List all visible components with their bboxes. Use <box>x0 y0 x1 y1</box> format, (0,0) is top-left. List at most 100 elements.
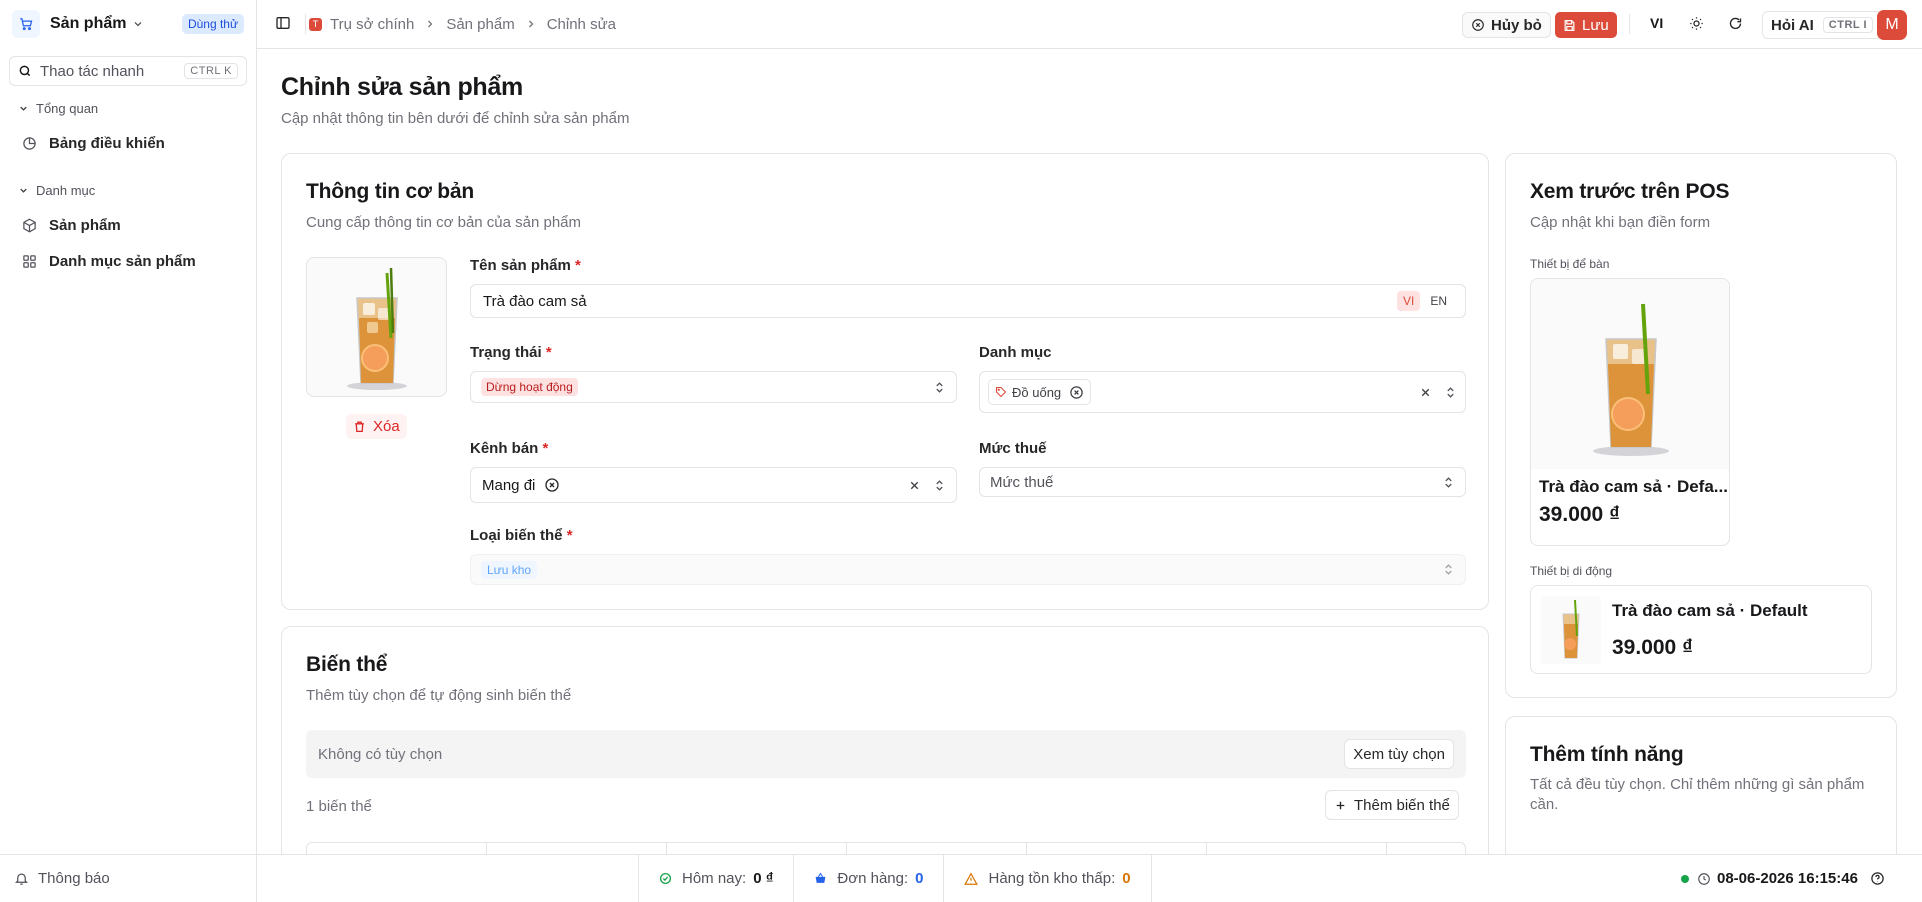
status-label-text: Trạng thái <box>470 344 542 361</box>
sidebar-item-products[interactable]: Sản phẩm <box>0 211 250 239</box>
lang-tab-vi[interactable]: VI <box>1396 291 1421 311</box>
breadcrumb-store[interactable]: Trụ sở chính <box>330 16 414 33</box>
mobile-product-price: 39.000 ₫ <box>1612 636 1693 659</box>
notifications-label: Thông báo <box>38 870 110 887</box>
card-title: Thêm tính năng <box>1530 743 1684 766</box>
mobile-label: Thiết bị di động <box>1530 564 1613 578</box>
variants-card: Biến thể Thêm tùy chọn để tự động sinh b… <box>281 626 1489 886</box>
status-select[interactable]: Dừng hoạt động <box>470 371 957 403</box>
add-variant-button[interactable]: Thêm biến thể <box>1325 790 1459 820</box>
channel-chip-label: Mang đi <box>482 476 536 494</box>
store-icon: T <box>309 17 322 31</box>
notifications-button[interactable]: Thông báo <box>0 855 257 902</box>
remove-chip-icon[interactable] <box>544 477 560 493</box>
warning-icon <box>964 871 979 886</box>
view-options-button[interactable]: Xem tùy chọn <box>1344 739 1454 769</box>
search-icon <box>18 64 32 78</box>
name-label: Tên sản phẩm * <box>470 257 581 274</box>
clear-icon[interactable] <box>908 479 921 492</box>
status-badge: Dừng hoạt động <box>481 378 578 396</box>
card-title: Xem trước trên POS <box>1530 180 1730 203</box>
delete-image-button[interactable]: Xóa <box>346 414 407 439</box>
grid-icon <box>22 254 40 269</box>
preview-image <box>1531 279 1729 469</box>
online-dot <box>1681 874 1689 883</box>
clock-icon <box>1697 872 1711 886</box>
cart-icon <box>12 10 40 38</box>
chevron-up-down-icon <box>933 479 946 492</box>
ask-ai-button[interactable]: Hỏi AI CTRL I <box>1762 11 1883 39</box>
tax-placeholder: Mức thuế <box>990 473 1054 491</box>
chevron-down-icon <box>132 18 144 30</box>
product-name-input[interactable]: Trà đào cam sả VI EN <box>470 284 1466 318</box>
app-switcher[interactable]: Sản phẩm <box>40 15 144 33</box>
card-subtitle: Tất cả đều tùy chọn. Chỉ thêm những gì s… <box>1530 776 1865 813</box>
lang-tab-en[interactable]: EN <box>1424 291 1453 311</box>
product-image[interactable] <box>306 257 447 397</box>
required-mark: * <box>575 257 581 274</box>
tax-select[interactable]: Mức thuế <box>979 467 1466 497</box>
help-icon[interactable] <box>1870 871 1885 886</box>
trash-icon <box>353 420 366 433</box>
card-title: Biến thể <box>306 653 388 676</box>
name-label-text: Tên sản phẩm <box>470 257 571 274</box>
category-select[interactable]: Đồ uống <box>979 371 1466 413</box>
variant-type-badge: Lưu kho <box>481 560 538 579</box>
channel-label: Kênh bán * <box>470 440 548 457</box>
variant-type-label: Loại biến thể * <box>470 527 573 544</box>
orders-label: Đơn hàng: <box>837 870 909 887</box>
chevron-down-icon <box>18 103 29 114</box>
save-button[interactable]: Lưu <box>1555 12 1617 38</box>
add-variant-label: Thêm biến thể <box>1354 796 1450 814</box>
clear-icon[interactable] <box>1419 386 1432 399</box>
language-tabs: VI EN <box>1396 291 1453 311</box>
category-label: Danh mục <box>979 344 1052 361</box>
today-value: 0 ₫ <box>753 870 774 887</box>
product-name-value: Trà đào cam sả <box>483 292 587 310</box>
remove-chip-icon[interactable] <box>1069 385 1084 400</box>
tax-label: Mức thuế <box>979 440 1047 457</box>
mobile-preview-image <box>1541 596 1601 664</box>
delete-label: Xóa <box>373 418 400 435</box>
sidebar-item-dashboard[interactable]: Bảng điều khiển <box>0 129 250 157</box>
sidebar-item-label: Bảng điều khiển <box>49 134 165 152</box>
language-switch[interactable]: VI <box>1650 15 1663 31</box>
online-status-icon <box>659 872 672 885</box>
save-icon <box>1563 19 1576 32</box>
refresh-icon[interactable] <box>1728 16 1743 31</box>
group-overview[interactable]: Tổng quan <box>0 98 250 118</box>
mobile-product-name: Trà đào cam sả · Default <box>1612 601 1808 620</box>
breadcrumb: T Trụ sở chính Sản phẩm Chỉnh sửa <box>309 14 616 34</box>
page-subtitle: Cập nhật thông tin bên dưới để chỉnh sửa… <box>281 110 630 127</box>
chevron-up-down-icon <box>933 381 946 394</box>
required-mark: * <box>566 527 573 544</box>
avatar[interactable]: M <box>1877 10 1907 40</box>
status-label: Trạng thái * <box>470 344 552 361</box>
low-stock-stat: Hàng tồn kho thấp: 0 <box>944 855 1150 902</box>
chevron-right-icon <box>424 18 436 30</box>
today-label: Hôm nay: <box>682 870 747 887</box>
close-circle-icon <box>1471 18 1485 32</box>
trial-badge[interactable]: Dùng thử <box>181 14 244 34</box>
low-stock-label: Hàng tồn kho thấp: <box>988 870 1116 887</box>
quick-action-search[interactable]: Thao tác nhanh CTRL K <box>9 56 247 86</box>
toggle-sidebar-button[interactable] <box>275 15 291 31</box>
cancel-button[interactable]: Hủy bỏ <box>1462 12 1551 38</box>
sidebar-item-product-categories[interactable]: Danh mục sản phẩm <box>0 247 250 275</box>
desktop-label: Thiết bị để bàn <box>1530 257 1610 271</box>
bell-icon <box>14 871 29 886</box>
breadcrumb-products[interactable]: Sản phẩm <box>446 16 514 33</box>
group-catalog[interactable]: Danh mục <box>0 180 250 200</box>
channel-label-text: Kênh bán <box>470 440 539 457</box>
chevron-up-down-icon <box>1444 386 1457 399</box>
sun-icon[interactable] <box>1689 16 1704 31</box>
category-chip-label: Đồ uống <box>1012 384 1062 400</box>
topbar: T Trụ sở chính Sản phẩm Chỉnh sửa Hủy bỏ… <box>257 0 1922 49</box>
chevron-up-down-icon <box>1442 476 1455 489</box>
search-placeholder: Thao tác nhanh <box>40 62 145 80</box>
datetime: 08-06-2026 16:15:46 <box>1717 870 1858 887</box>
ask-ai-label: Hỏi AI <box>1771 16 1814 34</box>
card-title: Thông tin cơ bản <box>306 180 475 203</box>
page-title: Chỉnh sửa sản phẩm <box>281 73 523 101</box>
sales-channel-select[interactable]: Mang đi <box>470 467 957 503</box>
